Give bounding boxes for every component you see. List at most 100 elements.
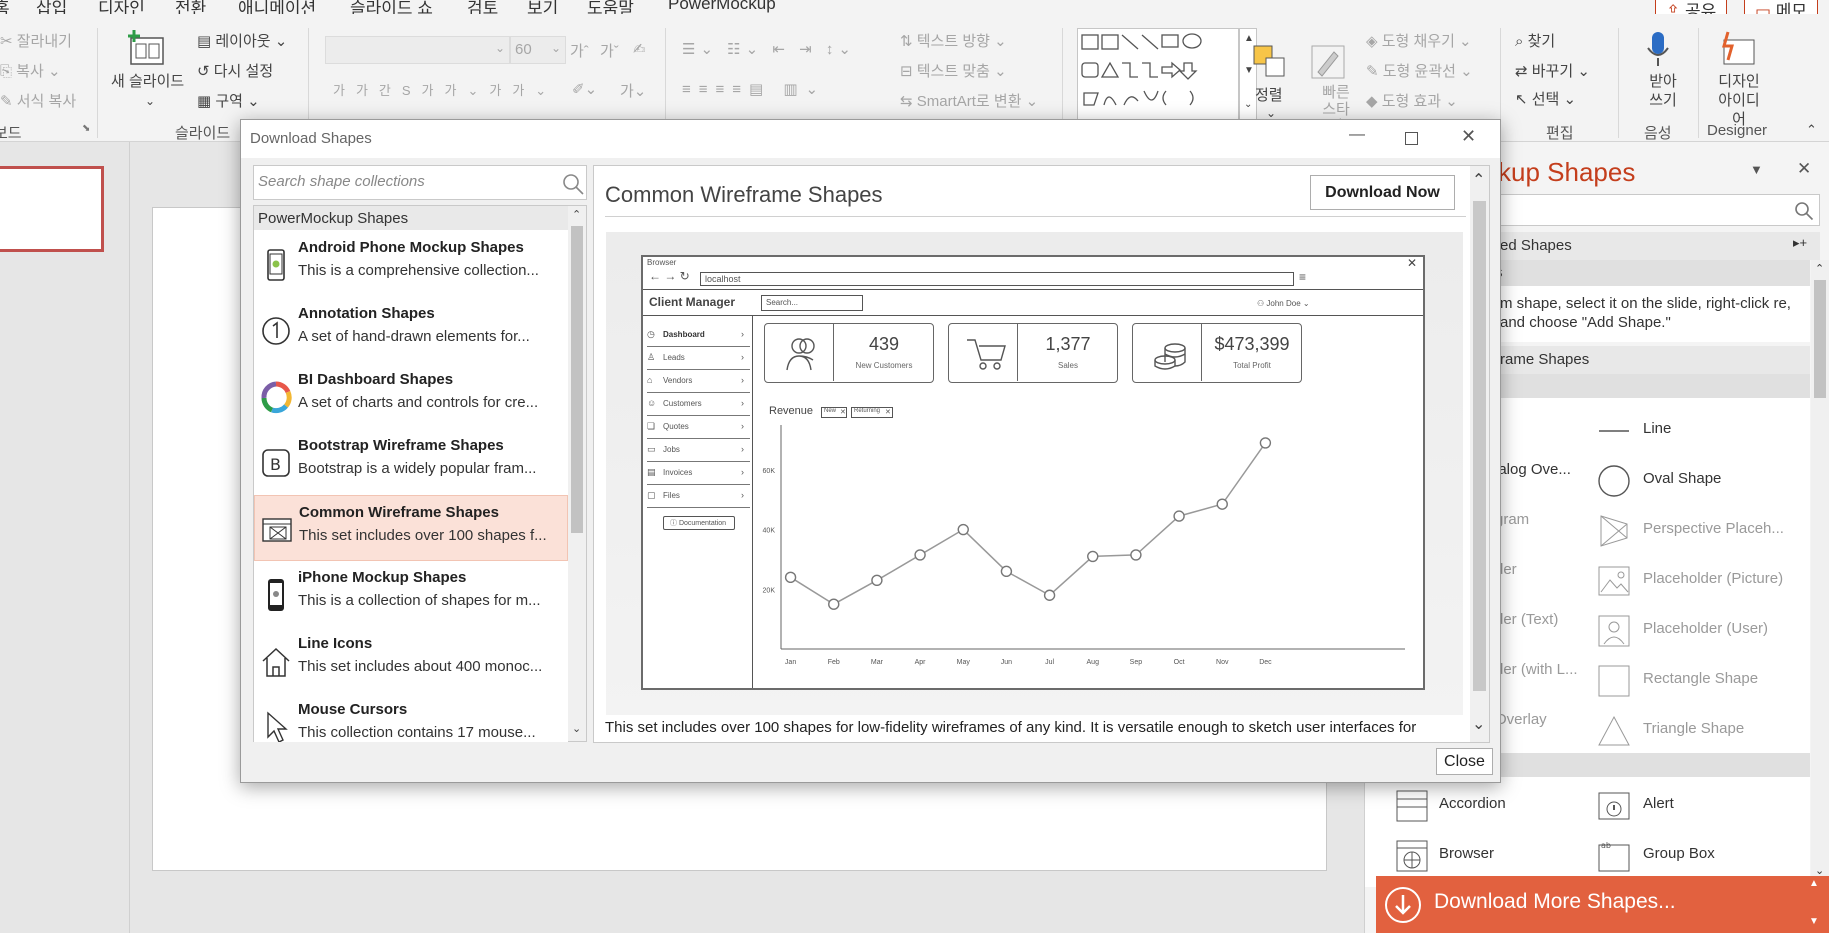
tab-review[interactable]: 검토 [467,0,498,14]
pane-close-icon[interactable]: ✕ [1797,159,1811,179]
cut-button[interactable]: ✂ 잘라내기 [0,30,72,51]
list-buttons[interactable]: ☰⌄ ☷⌄ ⇤ ⇥ ↕⌄ [682,40,856,58]
arrange-button[interactable]: 정렬 [1255,84,1283,105]
scroll-up-icon[interactable]: ⌃ [1815,262,1824,275]
wf-nav-label: Dashboard [663,330,705,339]
detail-scrollbar[interactable]: ⌃ ⌄ [1470,166,1489,742]
scroll-down-icon[interactable]: ▼ [1809,916,1819,927]
shape-item[interactable]: der (Text) [1495,611,1558,628]
pane-menu-chevron-icon[interactable]: ▼ [1750,162,1763,177]
scroll-down-icon[interactable]: ⌄ [572,722,581,735]
tab-animations[interactable]: 애니메이션 [238,0,316,14]
format-painter-button[interactable]: ✎ 서식 복사 [0,90,76,111]
shape-fill-button[interactable]: ◈ 도형 채우기 ⌄ [1366,30,1472,51]
list-item-line-icons[interactable]: Line Icons This set includes about 400 m… [254,627,568,693]
download-now-button[interactable]: Download Now [1310,175,1455,210]
shape-item-alert[interactable]: Alert [1643,795,1674,812]
help-text: m shape, select it on the slide, right-c… [1500,295,1791,331]
tab-view[interactable]: 보기 [527,0,558,14]
close-button[interactable]: Close [1436,748,1493,775]
layout-button[interactable]: ▤ 레이아웃 ⌄ [197,30,287,51]
tab-slideshow[interactable]: 슬라이드 쇼 [350,0,433,14]
copy-button[interactable]: ⎘ 복사 ⌄ [0,60,61,81]
maximize-icon[interactable] [1405,132,1418,145]
shape-item-perspective[interactable]: Perspective Placeh... [1643,520,1784,537]
text-direction-button[interactable]: ⇅ 텍스트 방향 ⌄ [900,30,1007,51]
scroll-thumb[interactable] [571,226,583,533]
slide-thumbnail[interactable] [0,166,104,252]
shape-effects-button[interactable]: ◆ 도형 효과 ⌄ [1366,90,1458,111]
scroll-thumb[interactable] [1814,280,1826,398]
shape-item[interactable]: der (with L... [1495,661,1578,678]
minimize-icon[interactable]: — [1349,126,1365,144]
pane-scrollbar[interactable]: ⌃ ⌄ [1811,260,1829,886]
shapes-gallery[interactable] [1077,28,1239,120]
grow-font-icon[interactable]: 가ˆ [570,40,589,61]
wf-nav-arrows-icon: ← → ↻ [649,269,690,283]
font-color-icon[interactable]: 가⌄ [620,80,646,101]
shape-item-browser[interactable]: Browser [1439,845,1494,862]
section-button[interactable]: ▦ 구역 ⌄ [197,90,260,111]
tab-insert[interactable]: 삽입 [36,0,67,14]
scroll-up-icon[interactable]: ▲ [1809,878,1819,889]
shape-item[interactable]: Overlay [1495,711,1547,728]
list-item-bi-dashboard[interactable]: BI Dashboard Shapes A set of charts and … [254,363,568,429]
scroll-thumb[interactable] [1473,201,1486,691]
shape-item-group-box[interactable]: Group Box [1643,845,1715,862]
tab-design[interactable]: 디자인 [98,0,145,14]
find-button[interactable]: ⌕ 찾기 [1515,30,1555,51]
shape-outline-button[interactable]: ✎ 도형 윤곽선 ⌄ [1366,60,1473,81]
smartart-button[interactable]: ⇆ SmartArt로 변환 ⌄ [900,90,1038,111]
font-style-buttons[interactable]: 가가간S가가⌄가가⌄ [333,80,557,99]
download-more-shapes-button[interactable]: Download More Shapes... ▲ ▼ [1376,876,1829,933]
scroll-up-icon[interactable]: ⌃ [1472,170,1485,190]
tab-transitions[interactable]: 전환 [175,0,206,14]
design-ideas-button[interactable]: 디자인 아이디어 [1714,72,1764,129]
text-align-label: 텍스트 맞춤 [916,63,990,80]
collapse-ribbon-icon[interactable]: ⌃ [1806,122,1817,138]
font-size-select[interactable]: 60 ⌄ [510,36,566,64]
collection-search-input[interactable]: Search shape collections [253,165,587,200]
scroll-down-icon[interactable]: ⌄ [1472,714,1485,734]
tab-home[interactable]: 홈 [0,0,10,14]
shape-item-accordion[interactable]: Accordion [1439,795,1506,812]
chevron-down-icon[interactable]: ⌄ [145,94,155,108]
replace-button[interactable]: ⇄ 바꾸기 ⌄ [1515,60,1590,81]
list-item-iphone[interactable]: iPhone Mockup Shapes This is a collectio… [254,561,568,627]
align-buttons[interactable]: ≡≡≡≡▤ ▥⌄ [682,80,826,98]
new-slide-button[interactable]: 새 슬라이드 [111,70,184,91]
expand-icon[interactable]: ▸+ [1793,235,1807,251]
memo-button[interactable]: ▭ 메모 [1744,0,1819,14]
reset-button[interactable]: ↺ 다시 설정 [197,60,273,81]
list-item-annotation[interactable]: Annotation Shapes A set of hand-drawn el… [254,297,568,363]
list-item-android[interactable]: Android Phone Mockup Shapes This is a co… [254,231,568,297]
list-scrollbar[interactable]: ⌃ ⌄ [568,206,586,741]
scroll-up-icon[interactable]: ⌃ [572,208,581,221]
shrink-font-icon[interactable]: 가ˇ [600,40,619,61]
accordion-icon [1396,790,1428,822]
select-button[interactable]: ↖ 선택 ⌄ [1515,88,1576,109]
highlight-color-icon[interactable]: ✐⌄ [572,80,597,98]
list-item-common-wireframe[interactable]: Common Wireframe Shapes This set include… [254,495,568,561]
find-label: 찾기 [1527,33,1556,50]
shape-item-oval[interactable]: Oval Shape [1643,470,1721,487]
shape-item-user[interactable]: Placeholder (User) [1643,620,1768,637]
clear-format-icon[interactable]: ✍ [633,40,646,58]
shape-item-triangle[interactable]: Triangle Shape [1643,720,1744,737]
text-align-button[interactable]: ⊟ 텍스트 맞춤 ⌄ [900,60,1007,81]
dictate-button[interactable]: 받아 쓰기 [1645,72,1681,110]
chevron-down-icon[interactable]: ⌄ [1266,106,1276,120]
shape-item-picture[interactable]: Placeholder (Picture) [1643,570,1783,587]
list-item-bootstrap[interactable]: B Bootstrap Wireframe Shapes Bootstrap i… [254,429,568,495]
shape-item[interactable]: ialog Ove... [1495,461,1571,478]
donut-chart-icon [261,381,292,414]
shape-item-rectangle[interactable]: Rectangle Shape [1643,670,1758,687]
dialog-launcher-icon[interactable]: ⬊ [82,123,90,134]
share-button[interactable]: ⇪ 공유 [1655,0,1728,14]
list-item-mouse-cursors[interactable]: Mouse Cursors This collection contains 1… [254,693,568,742]
tab-help[interactable]: 도움말 [587,0,634,14]
font-name-select[interactable]: ⌄ [325,36,510,64]
shape-item-line[interactable]: Line [1643,420,1671,437]
close-icon[interactable]: ✕ [1461,126,1476,147]
tab-powermockup[interactable]: PowerMockup [668,0,776,14]
